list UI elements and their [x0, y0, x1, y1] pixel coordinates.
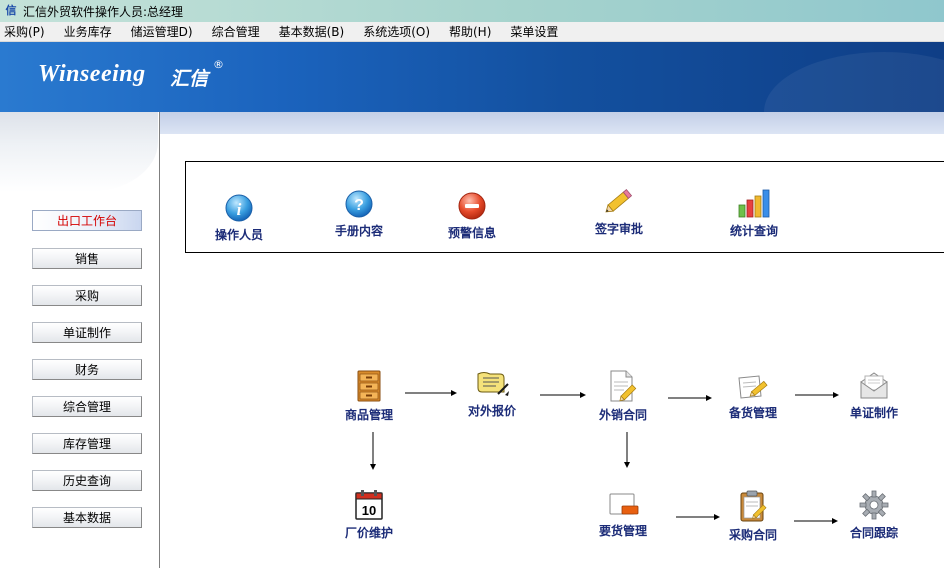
purchase-contract-label: 采购合同 [729, 528, 778, 542]
stock-preparation-label: 备货管理 [729, 406, 778, 420]
menu-purchase[interactable]: 采购(P) [4, 23, 45, 40]
sidebar-item-export-workbench[interactable]: 出口工作台 [32, 210, 142, 231]
sidebar-item-basic-data[interactable]: 基本数据 [32, 507, 142, 528]
menu-general-management[interactable]: 综合管理 [212, 23, 260, 40]
app-window: 信 汇信外贸软件操作人员:总经理 采购(P) 业务库存 储运管理D) 综合管理 … [0, 0, 944, 568]
gear-icon [859, 490, 889, 520]
envelope-icon [860, 372, 888, 399]
sidebar-item-documents[interactable]: 单证制作 [32, 322, 142, 343]
banner-decoration [764, 52, 944, 112]
scroll-icon [477, 372, 509, 396]
workflow-factory-price[interactable]: 10 厂价维护 [345, 490, 393, 541]
title-bar: 信 汇信外贸软件操作人员:总经理 [0, 0, 944, 22]
sidebar: 出口工作台 销售 采购 单证制作 财务 综合管理 库存管理 历史查询 基本数据 [0, 112, 160, 568]
brand-logo: Winseeing [38, 61, 146, 87]
bar-chart-icon [738, 189, 770, 218]
app-icon: 信 [5, 4, 17, 17]
tag-icon [609, 493, 639, 515]
arrow-right-icon [668, 395, 712, 401]
menu-business-inventory[interactable]: 业务库存 [64, 23, 112, 40]
alerts-button[interactable]: 预警信息 [448, 192, 496, 241]
arrow-down-icon [624, 432, 630, 468]
statistics-label: 统计查询 [730, 224, 779, 238]
arrow-right-icon [794, 518, 838, 524]
external-quote-label: 对外报价 [468, 404, 517, 418]
product-management-label: 商品管理 [345, 408, 394, 422]
help-icon: ? [345, 190, 373, 218]
approval-label: 签字审批 [595, 222, 644, 236]
alerts-label: 预警信息 [448, 226, 497, 240]
workflow-purchase-contract[interactable]: 采购合同 [729, 490, 777, 543]
operators-button[interactable]: i 操作人员 [215, 194, 263, 243]
svg-text:i: i [237, 200, 242, 219]
operators-label: 操作人员 [215, 228, 264, 242]
sidebar-decoration [0, 112, 158, 192]
arrow-right-icon [540, 392, 586, 398]
workflow-sales-contract[interactable]: 外销合同 [599, 370, 647, 423]
clipboard-icon [740, 490, 767, 522]
menu-bar: 采购(P) 业务库存 储运管理D) 综合管理 基本数据(B) 系统选项(O) 帮… [0, 22, 944, 42]
calendar-icon: 10 [355, 490, 383, 520]
requisition-label: 要货管理 [599, 524, 648, 538]
sales-contract-label: 外销合同 [599, 408, 648, 422]
arrow-right-icon [795, 392, 839, 398]
workflow-documents[interactable]: 单证制作 [850, 370, 898, 421]
factory-price-label: 厂价维护 [345, 526, 394, 540]
sidebar-item-purchase[interactable]: 采购 [32, 285, 142, 306]
workflow-stock-preparation[interactable]: 备货管理 [729, 372, 777, 421]
sidebar-item-inventory[interactable]: 库存管理 [32, 433, 142, 454]
brand-logo-cn: 汇信 [170, 68, 209, 90]
menu-logistics[interactable]: 储运管理D) [131, 23, 193, 40]
workflow-requisition[interactable]: 要货管理 [599, 492, 647, 539]
manual-label: 手册内容 [335, 224, 384, 238]
menu-basic-data[interactable]: 基本数据(B) [279, 23, 345, 40]
statistics-button[interactable]: 统计查询 [730, 188, 778, 239]
workflow-contract-tracking[interactable]: 合同跟踪 [850, 490, 898, 541]
documents-label: 单证制作 [850, 406, 899, 420]
sidebar-item-history[interactable]: 历史查询 [32, 470, 142, 491]
header-banner: Winseeing 汇信 ® [0, 42, 944, 112]
arrow-right-icon [676, 514, 720, 520]
workflow-product-management[interactable]: 商品管理 [345, 370, 393, 423]
header-strip [158, 112, 944, 134]
info-icon: i [225, 194, 253, 222]
menu-help[interactable]: 帮助(H) [449, 23, 491, 40]
arrow-down-icon [370, 432, 376, 470]
svg-text:?: ? [354, 197, 364, 214]
sidebar-item-sales[interactable]: 销售 [32, 248, 142, 269]
workflow-external-quote[interactable]: 对外报价 [468, 370, 516, 419]
manual-button[interactable]: ? 手册内容 [335, 190, 383, 239]
sidebar-item-finance[interactable]: 财务 [32, 359, 142, 380]
document-edit-icon [610, 370, 637, 402]
pencil-icon [605, 189, 633, 213]
registered-mark: ® [213, 58, 224, 71]
menu-menu-settings[interactable]: 菜单设置 [510, 23, 558, 40]
window-title: 汇信外贸软件操作人员:总经理 [23, 4, 184, 19]
arrow-right-icon [405, 390, 457, 396]
sidebar-item-general-management[interactable]: 综合管理 [32, 396, 142, 417]
quick-access-panel: i 操作人员 ? 手册内容 预警信息 签字审批 统计查询 [185, 161, 944, 253]
approval-button[interactable]: 签字审批 [595, 186, 643, 237]
note-edit-icon [738, 375, 768, 399]
contract-tracking-label: 合同跟踪 [850, 526, 899, 540]
warning-icon [458, 192, 486, 220]
menu-system-options[interactable]: 系统选项(O) [363, 23, 430, 40]
cabinet-icon [357, 370, 381, 402]
svg-text:10: 10 [362, 503, 376, 518]
